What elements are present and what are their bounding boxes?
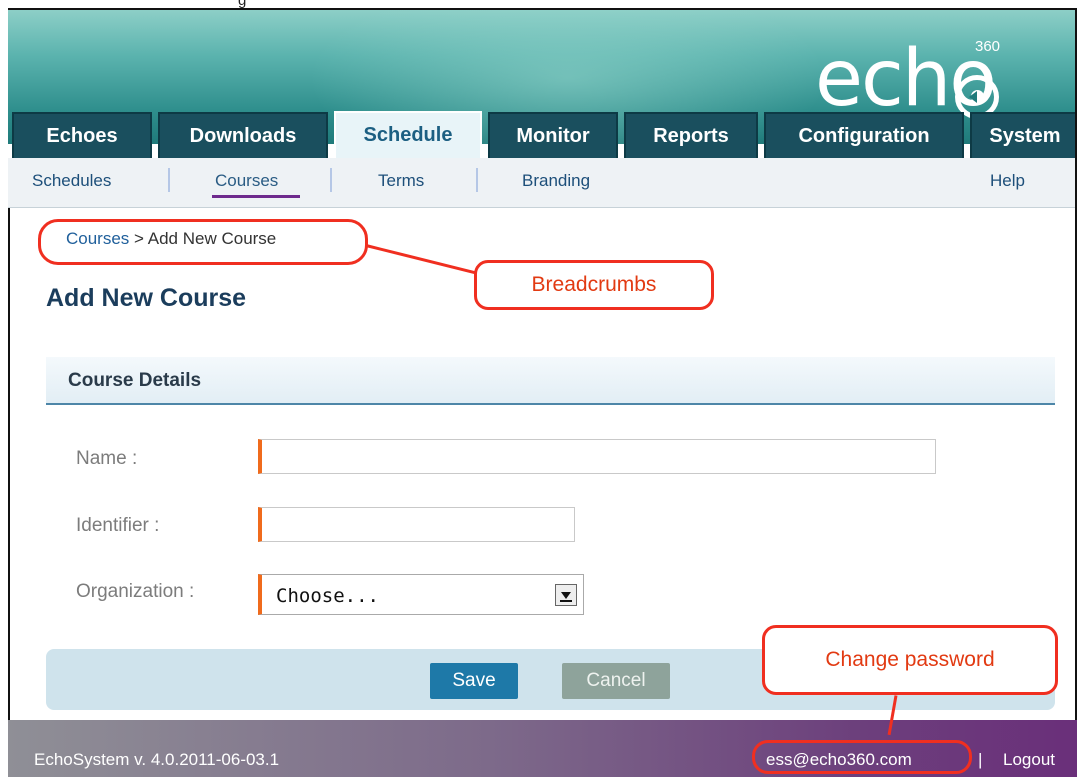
identifier-input[interactable] [258, 507, 575, 542]
name-input[interactable] [258, 439, 936, 474]
version-text: EchoSystem v. 4.0.2011-06-03.1 [34, 750, 280, 769]
email-highlight-annotation [752, 740, 972, 774]
breadcrumbs-callout: Breadcrumbs [474, 260, 714, 310]
name-label: Name : [76, 448, 138, 469]
identifier-label: Identifier : [76, 515, 160, 536]
save-button[interactable]: Save [430, 663, 518, 699]
help-link[interactable]: Help [990, 171, 1025, 191]
organization-selected-value: Choose... [276, 585, 379, 607]
logout-link[interactable]: Logout [1003, 750, 1055, 770]
active-underline [212, 195, 300, 198]
caption-fragment: g [0, 0, 1077, 9]
dropdown-arrow-icon[interactable] [555, 584, 577, 606]
tab-configuration[interactable]: Configuration [764, 112, 964, 158]
section-title: Course Details [68, 370, 202, 391]
tab-schedule[interactable]: Schedule [334, 111, 482, 158]
change-password-callout: Change password [762, 625, 1058, 695]
sub-navigation: Schedules Courses Terms Branding Help [8, 158, 1077, 208]
logo-360: 360 [975, 38, 1001, 55]
subnav-schedules[interactable]: Schedules [32, 171, 111, 191]
organization-label: Organization : [76, 581, 195, 602]
cancel-button[interactable]: Cancel [562, 663, 670, 699]
tab-reports[interactable]: Reports [624, 112, 758, 158]
frame-left-border [8, 208, 10, 744]
tab-monitor[interactable]: Monitor [488, 112, 618, 158]
tab-system[interactable]: System [970, 112, 1077, 158]
subnav-courses[interactable]: Courses [215, 171, 278, 191]
course-details-header: Course Details [46, 357, 1055, 405]
tab-echoes[interactable]: Echoes [12, 112, 152, 158]
subnav-branding[interactable]: Branding [522, 171, 590, 191]
subnav-separator [330, 168, 332, 192]
footer-separator: | [978, 750, 983, 769]
main-tabs: Echoes Downloads Schedule Monitor Report… [8, 111, 1077, 158]
subnav-separator [476, 168, 478, 192]
page-title: Add New Course [46, 284, 247, 312]
frame-top-border [8, 8, 1077, 10]
subnav-terms[interactable]: Terms [378, 171, 424, 191]
tab-downloads[interactable]: Downloads [158, 112, 328, 158]
breadcrumb-highlight-annotation [38, 219, 368, 265]
organization-select[interactable]: Choose... [258, 574, 584, 615]
subnav-separator [168, 168, 170, 192]
breadcrumb-callout-connector [365, 244, 483, 276]
logo-arrow-icon [969, 91, 977, 103]
